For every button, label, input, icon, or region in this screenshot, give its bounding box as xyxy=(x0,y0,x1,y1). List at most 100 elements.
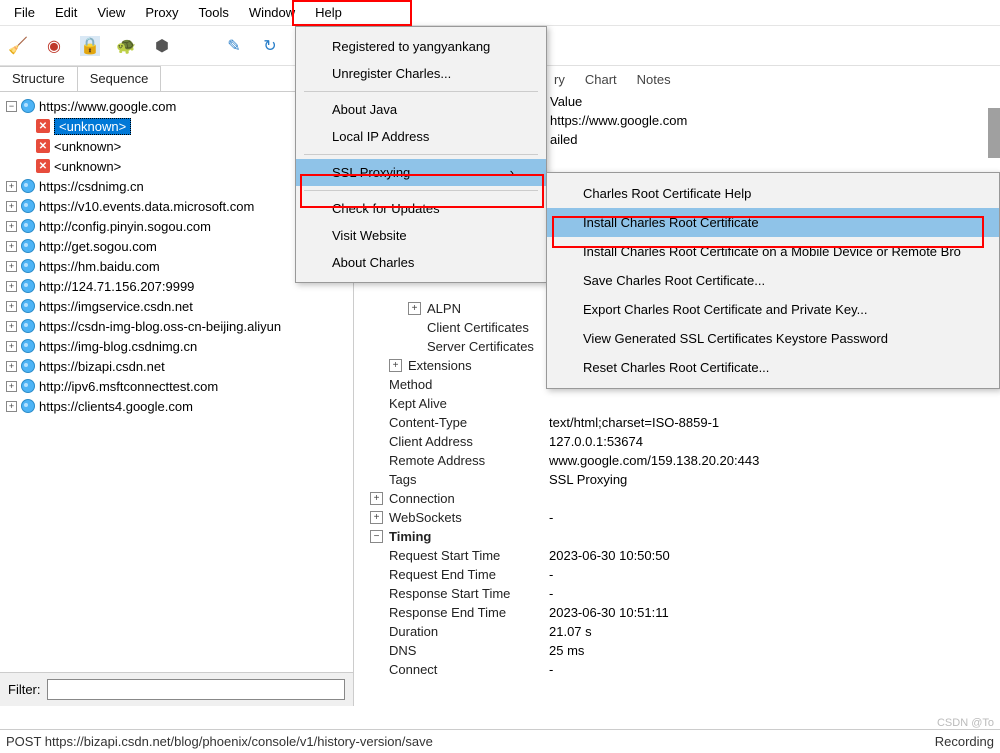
globe-icon xyxy=(21,299,35,313)
error-icon: ✕ xyxy=(36,119,50,133)
status-recording: Recording xyxy=(935,734,994,749)
tree-item[interactable]: <unknown> xyxy=(54,139,121,154)
detail-value: - xyxy=(549,567,553,582)
record-icon[interactable]: ◉ xyxy=(44,36,64,56)
expand-icon[interactable]: + xyxy=(6,301,17,312)
help-menu: Registered to yangyankang Unregister Cha… xyxy=(295,26,547,283)
tree-host[interactable]: http://config.pinyin.sogou.com xyxy=(39,219,211,234)
globe-icon xyxy=(21,179,35,193)
menu-unregister[interactable]: Unregister Charles... xyxy=(296,60,546,87)
submenu-reset-cert[interactable]: Reset Charles Root Certificate... xyxy=(547,353,999,382)
filter-label: Filter: xyxy=(8,682,41,697)
submenu-install-mobile[interactable]: Install Charles Root Certificate on a Mo… xyxy=(547,237,999,266)
tree-host[interactable]: http://get.sogou.com xyxy=(39,239,157,254)
menu-ssl-proxying[interactable]: SSL Proxying› xyxy=(296,159,546,186)
broom-icon[interactable]: 🧹 xyxy=(8,36,28,56)
tree-host[interactable]: https://v10.events.data.microsoft.com xyxy=(39,199,254,214)
globe-icon xyxy=(21,339,35,353)
expand-icon[interactable]: + xyxy=(389,359,402,372)
submenu-view-keystore[interactable]: View Generated SSL Certificates Keystore… xyxy=(547,324,999,353)
expand-icon[interactable]: + xyxy=(6,341,17,352)
expand-icon[interactable]: + xyxy=(6,241,17,252)
lock-icon[interactable]: 🔒 xyxy=(80,36,100,56)
tab-notes[interactable]: Notes xyxy=(627,72,681,87)
tree-host[interactable]: https://clients4.google.com xyxy=(39,399,193,414)
menu-separator xyxy=(304,91,538,92)
tab-sequence[interactable]: Sequence xyxy=(78,66,162,91)
globe-icon xyxy=(21,399,35,413)
expand-icon[interactable]: + xyxy=(6,201,17,212)
detail-label: Remote Address xyxy=(389,453,549,468)
expand-icon[interactable]: + xyxy=(6,221,17,232)
menu-edit[interactable]: Edit xyxy=(45,2,87,23)
tree-host[interactable]: https://csdn-img-blog.oss-cn-beijing.ali… xyxy=(39,319,281,334)
menu-help[interactable]: Help xyxy=(305,2,352,23)
expand-icon[interactable]: + xyxy=(370,511,383,524)
expand-icon[interactable]: + xyxy=(370,492,383,505)
detail-value: 127.0.0.1:53674 xyxy=(549,434,643,449)
edit-icon[interactable]: ✎ xyxy=(224,36,244,56)
breakpoint-icon[interactable]: ⬢ xyxy=(152,36,172,56)
menu-file[interactable]: File xyxy=(4,2,45,23)
menu-registered[interactable]: Registered to yangyankang xyxy=(296,33,546,60)
detail-label: Content-Type xyxy=(389,415,549,430)
menu-proxy[interactable]: Proxy xyxy=(135,2,188,23)
expand-icon[interactable]: + xyxy=(6,261,17,272)
scrollbar-thumb[interactable] xyxy=(988,108,1000,158)
menu-local-ip[interactable]: Local IP Address xyxy=(296,123,546,150)
tree-host[interactable]: http://ipv6.msftconnecttest.com xyxy=(39,379,218,394)
expand-icon[interactable]: + xyxy=(6,381,17,392)
detail-label: Timing xyxy=(389,529,549,544)
globe-icon xyxy=(21,199,35,213)
detail-label: Request Start Time xyxy=(389,548,549,563)
status-text: POST https://bizapi.csdn.net/blog/phoeni… xyxy=(6,734,433,749)
url-value: https://www.google.com xyxy=(550,113,687,128)
detail-label: Connect xyxy=(389,662,549,677)
submenu-cert-help[interactable]: Charles Root Certificate Help xyxy=(547,179,999,208)
submenu-install-cert[interactable]: Install Charles Root Certificate xyxy=(547,208,999,237)
detail-label: Response End Time xyxy=(389,605,549,620)
tree-host[interactable]: https://csdnimg.cn xyxy=(39,179,144,194)
value-header: Value xyxy=(550,94,582,109)
menu-window[interactable]: Window xyxy=(239,2,305,23)
menu-about-charles[interactable]: About Charles xyxy=(296,249,546,276)
detail-label: Tags xyxy=(389,472,549,487)
menu-check-updates[interactable]: Check for Updates xyxy=(296,195,546,222)
expand-icon[interactable]: + xyxy=(6,281,17,292)
collapse-icon[interactable]: − xyxy=(370,530,383,543)
tree-host[interactable]: https://imgservice.csdn.net xyxy=(39,299,193,314)
menu-view[interactable]: View xyxy=(87,2,135,23)
detail-value: SSL Proxying xyxy=(549,472,627,487)
detail-label: Client Address xyxy=(389,434,549,449)
collapse-icon[interactable]: − xyxy=(6,101,17,112)
tree-item[interactable]: <unknown> xyxy=(54,159,121,174)
detail-label: Request End Time xyxy=(389,567,549,582)
tree-item-selected[interactable]: <unknown> xyxy=(54,118,131,135)
submenu-save-cert[interactable]: Save Charles Root Certificate... xyxy=(547,266,999,295)
tree-host[interactable]: https://hm.baidu.com xyxy=(39,259,160,274)
expand-icon[interactable]: + xyxy=(6,321,17,332)
tab-partial[interactable]: ry xyxy=(544,72,575,87)
expand-icon[interactable]: + xyxy=(6,361,17,372)
error-icon: ✕ xyxy=(36,139,50,153)
refresh-icon[interactable]: ↻ xyxy=(260,36,280,56)
filter-input[interactable] xyxy=(47,679,346,700)
turtle-icon[interactable]: 🐢 xyxy=(116,36,136,56)
tree-host[interactable]: http://124.71.156.207:9999 xyxy=(39,279,194,294)
tree-host[interactable]: https://www.google.com xyxy=(39,99,176,114)
globe-icon xyxy=(21,279,35,293)
expand-icon[interactable]: + xyxy=(6,181,17,192)
tree-host[interactable]: https://img-blog.csdnimg.cn xyxy=(39,339,197,354)
expand-icon[interactable]: + xyxy=(408,302,421,315)
detail-value: - xyxy=(549,510,553,525)
tab-structure[interactable]: Structure xyxy=(0,66,78,91)
menu-about-java[interactable]: About Java xyxy=(296,96,546,123)
chevron-right-icon: › xyxy=(510,165,514,180)
expand-icon[interactable]: + xyxy=(6,401,17,412)
submenu-export-cert[interactable]: Export Charles Root Certificate and Priv… xyxy=(547,295,999,324)
globe-icon xyxy=(21,99,35,113)
tab-chart[interactable]: Chart xyxy=(575,72,627,87)
tree-host[interactable]: https://bizapi.csdn.net xyxy=(39,359,165,374)
menu-tools[interactable]: Tools xyxy=(189,2,239,23)
menu-visit-website[interactable]: Visit Website xyxy=(296,222,546,249)
